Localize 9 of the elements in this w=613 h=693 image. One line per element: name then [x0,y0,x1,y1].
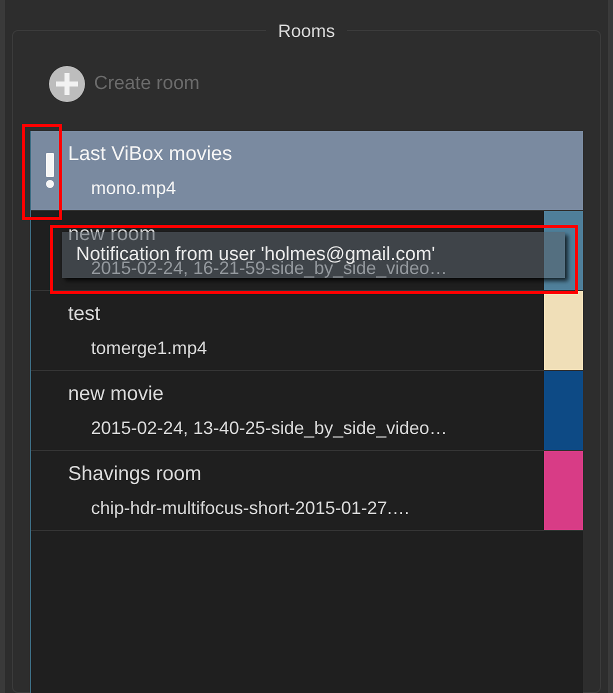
room-file: tomerge1.mp4 [90,337,208,360]
room-name: new room [68,222,157,246]
room-name: Last ViBox movies [68,142,234,167]
room-name: test [68,302,102,327]
room-file: 2015-02-24, 13-40-25-side_by_side_video… [90,417,448,440]
room-file: mono.mp4 [90,177,178,200]
room-name: Shavings room [68,462,202,487]
room-file: chip-hdr-multifocus-short-2015-01-27.… [90,497,412,520]
room-name: new movie [68,382,165,407]
